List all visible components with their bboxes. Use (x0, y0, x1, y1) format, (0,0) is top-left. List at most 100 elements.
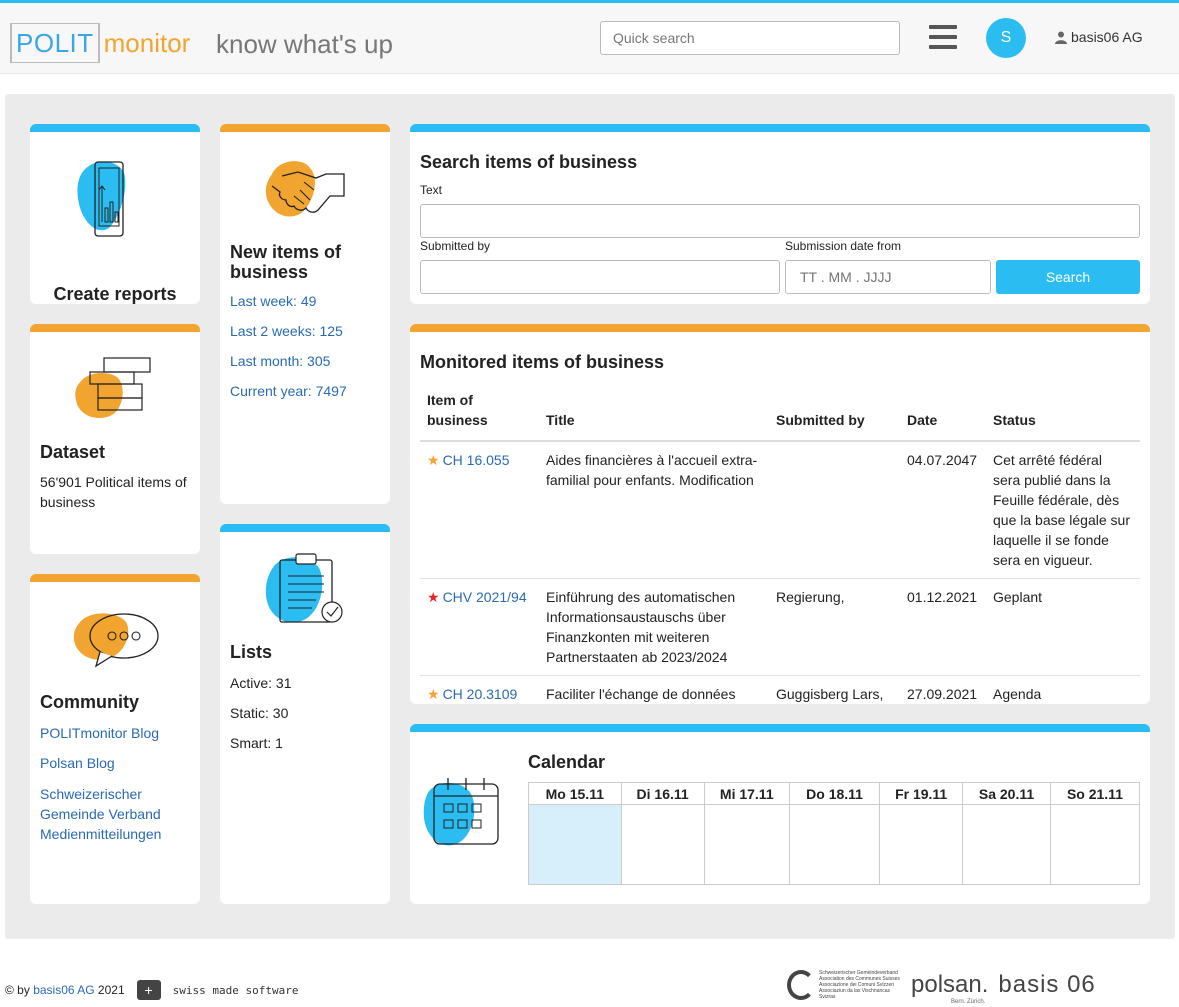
header: POLIT monitor know what's up S basis06 A… (0, 3, 1179, 74)
card-title: Calendar (528, 752, 606, 772)
report-tablet-icon (77, 161, 126, 237)
calendar-icon (423, 778, 499, 846)
calendar-week: Mo 15.11 Di 16.11 Mi 17.11 Do 18.11 Fr 1… (528, 782, 1141, 885)
link-last-week[interactable]: Last week: 49 (230, 292, 347, 310)
cell-date: 04.07.2047 (900, 441, 986, 579)
lists-active: Active: 31 (230, 675, 292, 691)
dataset-icon (75, 357, 151, 419)
logo[interactable]: POLIT monitor (10, 21, 190, 65)
cell-title: Aides financières à l'accueil extra-fami… (539, 441, 769, 579)
col-title[interactable]: Title (539, 390, 769, 442)
community-links: POLITmonitor Blog Polsan Blog Schweizeri… (40, 724, 192, 856)
calendar-day: So 21.11 (1049, 782, 1141, 805)
sgv-g-icon (787, 970, 815, 1000)
logo-polit: POLIT (10, 23, 100, 63)
card-title: Community (40, 692, 139, 712)
col-item[interactable]: Item of business (420, 390, 539, 442)
calendar-day: Di 16.11 (620, 782, 705, 805)
avatar[interactable]: S (986, 18, 1026, 58)
item-link[interactable]: CH 16.055 (443, 452, 510, 468)
footer: © by basis06 AG 2021 + swiss made softwa… (5, 980, 298, 1000)
item-link[interactable]: CH 20.3109 (443, 686, 518, 702)
card-monitored: Monitored items of business Item of busi… (410, 324, 1150, 704)
cell-item: ★ CH 20.3109 (420, 675, 539, 704)
monitored-table: Item of business Title Submitted by Date… (420, 390, 1140, 704)
company-link[interactable]: basis06 AG (33, 983, 94, 997)
swiss-made: swiss made software (172, 983, 299, 997)
table-row: ★ CH 16.055 Aides financières à l'accueil… (420, 441, 1140, 579)
calendar-cell[interactable] (962, 804, 1051, 885)
clipboard-icon (265, 553, 343, 623)
cell-submitted: Guggisberg Lars, (769, 675, 900, 704)
star-icon[interactable]: ★ (427, 686, 440, 702)
user-name: basis06 AG (1071, 29, 1143, 45)
text-label: Text (420, 183, 443, 197)
menu-icon[interactable] (929, 25, 957, 53)
sgv-logo[interactable]: Schweizerischer Gemeindeverband Associat… (787, 970, 901, 1000)
user-menu[interactable]: basis06 AG (1055, 29, 1143, 45)
cell-status: Agenda (986, 675, 1140, 704)
card-title: Search items of business (420, 152, 638, 172)
polsan-logo[interactable]: polsan. Bern. Zürich. (911, 971, 988, 1005)
calendar-cell[interactable] (703, 804, 790, 885)
cell-status: Geplant (986, 578, 1140, 676)
card-title: Lists (230, 642, 273, 662)
col-date[interactable]: Date (900, 390, 986, 442)
star-icon[interactable]: ★ (427, 452, 440, 468)
table-row: ★ CH 20.3109 Faciliter l'échange de donné… (420, 675, 1140, 704)
submitted-by-label: Submitted by (420, 239, 491, 253)
link-sgv-media[interactable]: Schweizerischer Gemeinde Verband Medienm… (40, 784, 192, 844)
link-polsan-blog[interactable]: Polsan Blog (40, 754, 192, 772)
col-submitted[interactable]: Submitted by (769, 390, 900, 442)
card-lists: Lists Active: 31 Static: 30 Smart: 1 (220, 524, 390, 904)
cell-item: ★ CHV 2021/94 (420, 578, 539, 676)
cell-item: ★ CH 16.055 (420, 441, 539, 579)
monitored-table-wrap[interactable]: Item of business Title Submitted by Date… (420, 390, 1140, 704)
calendar-cell-today[interactable] (528, 804, 622, 885)
basis06-logo[interactable]: basis 06 (998, 971, 1095, 999)
card-create-reports[interactable]: Create reports (30, 124, 200, 304)
card-dataset: Dataset 56'901 Political items of busine… (30, 324, 200, 554)
lists-counts: Active: 31 Static: 30 Smart: 1 (230, 674, 291, 764)
submitted-by-input[interactable] (420, 260, 780, 294)
partner-logos: Schweizerischer Gemeindeverband Associat… (787, 970, 1096, 1005)
link-politmonitor-blog[interactable]: POLITmonitor Blog (40, 724, 192, 742)
date-label: Submission date from (785, 239, 902, 253)
calendar-body-row (528, 804, 1141, 885)
calendar-cell[interactable] (1049, 804, 1141, 885)
dashboard: Create reports New items of business Las… (5, 94, 1175, 939)
cell-date: 01.12.2021 (900, 578, 986, 676)
card-title: Monitored items of business (420, 352, 665, 372)
calendar-cell[interactable] (788, 804, 881, 885)
lists-static: Static: 30 (230, 705, 289, 721)
link-current-year[interactable]: Current year: 7497 (230, 382, 347, 400)
cell-title: Einführung des automatischen Information… (539, 578, 769, 676)
star-icon[interactable]: ★ (427, 589, 440, 605)
cell-status: Cet arrêté fédéral sera publié dans la F… (986, 441, 1140, 579)
calendar-cell[interactable] (620, 804, 705, 885)
calendar-cell[interactable] (879, 804, 964, 885)
card-title: New items of business (230, 242, 342, 282)
logo-monitor: monitor (103, 27, 191, 58)
handshake-icon (265, 161, 345, 217)
plus-icon: + (136, 980, 161, 1000)
calendar-day: Do 18.11 (788, 782, 881, 805)
search-button[interactable]: Search (996, 260, 1140, 294)
date-input[interactable] (785, 260, 991, 294)
user-icon (1055, 31, 1067, 44)
cell-submitted: Regierung, (769, 578, 900, 676)
cell-submitted (769, 441, 900, 579)
link-last-month[interactable]: Last month: 305 (230, 352, 347, 370)
card-calendar: Calendar Mo 15.11 Di 16.11 Mi 17.11 Do 1… (410, 724, 1150, 904)
link-last-2-weeks[interactable]: Last 2 weeks: 125 (230, 322, 347, 340)
chat-bubble-icon (73, 613, 159, 668)
copyright-year: 2021 (97, 983, 125, 997)
item-link[interactable]: CHV 2021/94 (443, 589, 527, 605)
quick-search-input[interactable] (600, 21, 900, 55)
text-input[interactable] (420, 204, 1140, 238)
card-title: Dataset (40, 442, 106, 462)
table-row: ★ CHV 2021/94 Einführung des automatische… (420, 578, 1140, 676)
col-status[interactable]: Status (986, 390, 1140, 442)
sgv-text: Schweizerischer Gemeindeverband Associat… (819, 970, 900, 1000)
card-title: Create reports (53, 284, 177, 304)
